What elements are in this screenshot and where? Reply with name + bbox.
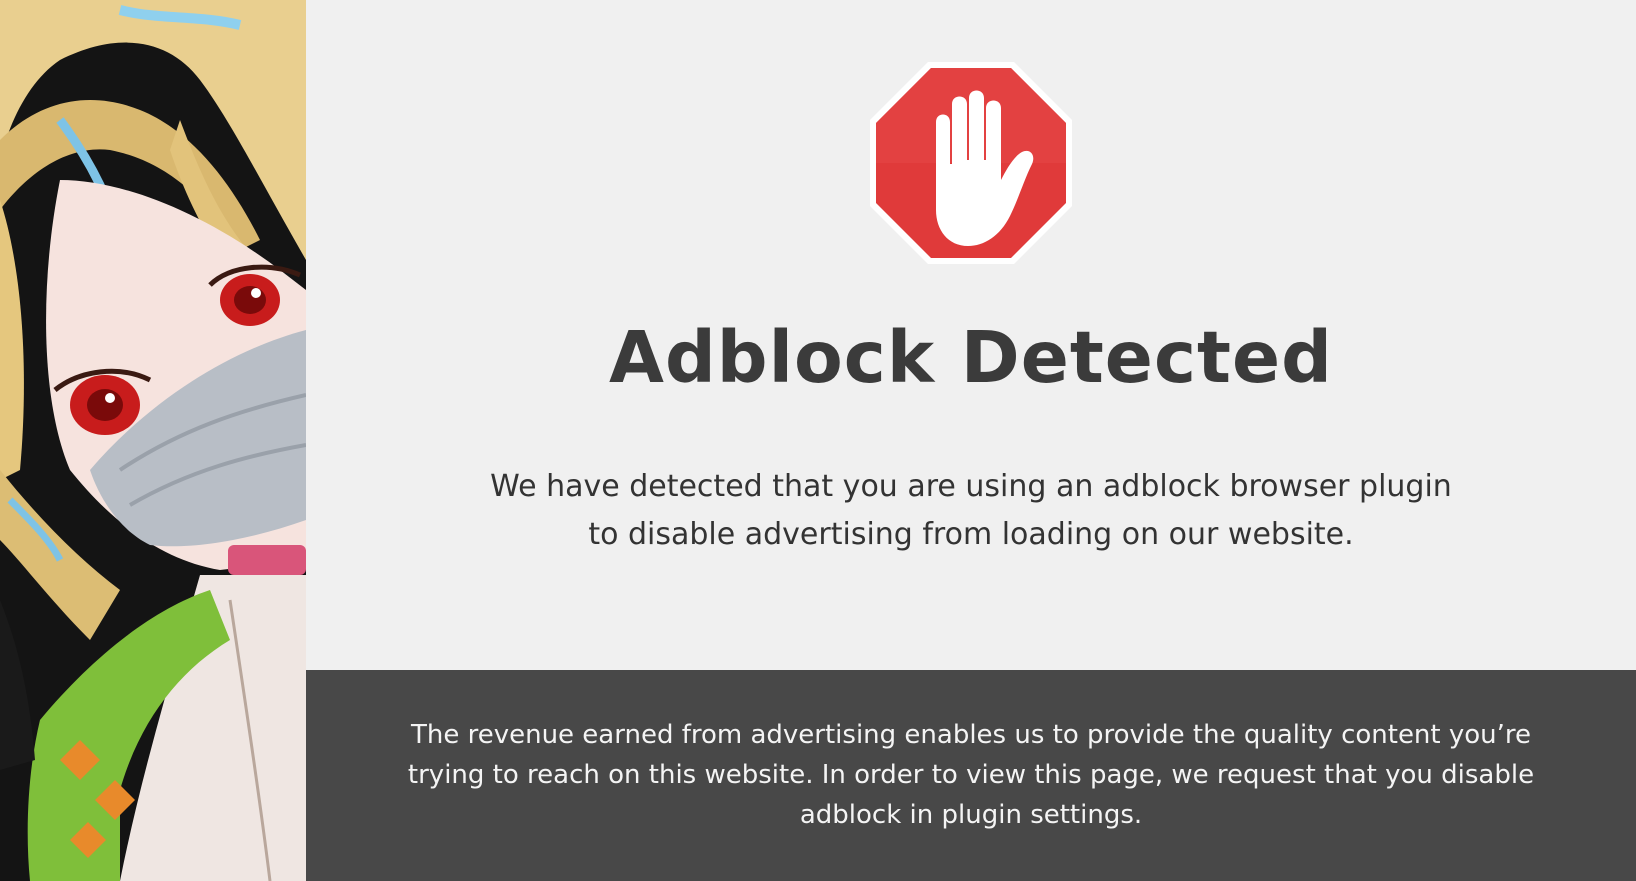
page-title: Adblock Detected: [609, 316, 1333, 399]
notice-body: Adblock Detected We have detected that y…: [306, 0, 1636, 670]
screen: Adblock Detected We have detected that y…: [0, 0, 1636, 881]
stop-hand-icon: [868, 60, 1074, 266]
footer-explanation: The revenue earned from advertising enab…: [407, 720, 1535, 830]
character-art-illustration: [0, 0, 306, 881]
adblock-message: We have detected that you are using an a…: [490, 469, 1452, 552]
notice-footer: The revenue earned from advertising enab…: [306, 670, 1636, 881]
adblock-notice: Adblock Detected We have detected that y…: [306, 0, 1636, 881]
